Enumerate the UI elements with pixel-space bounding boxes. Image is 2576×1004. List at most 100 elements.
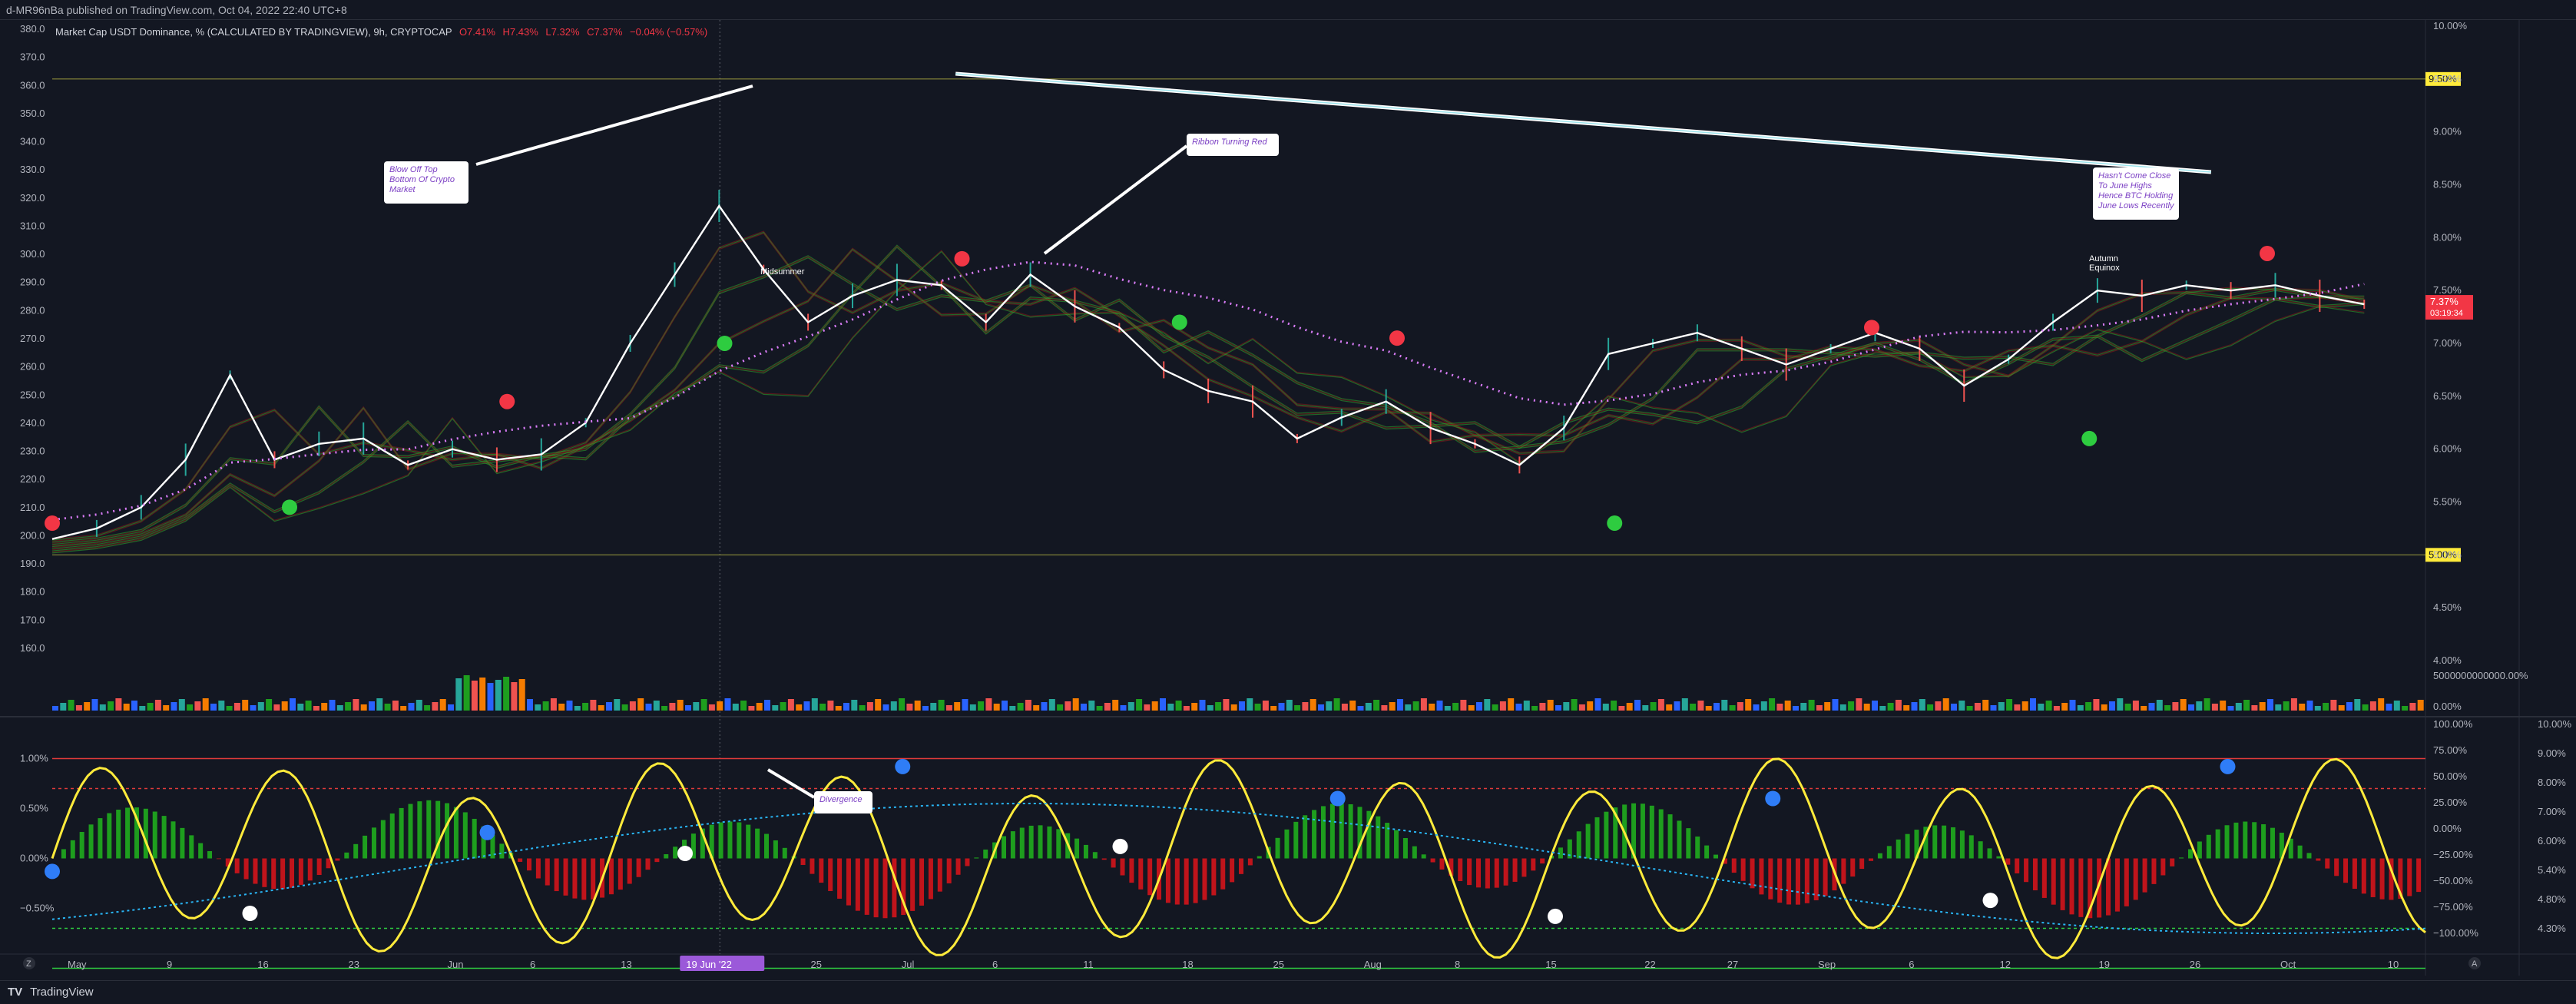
osc-histogram-bar <box>873 858 879 918</box>
volume-bar <box>154 700 161 711</box>
volume-bar <box>1760 701 1767 711</box>
osc-histogram-bar <box>1174 858 1180 905</box>
osc-histogram-bar <box>1795 858 1800 905</box>
volume-bar <box>985 698 992 711</box>
volume-bar <box>1183 706 1190 711</box>
osc-histogram-bar <box>2041 858 2047 898</box>
osc-right-tick-a: −25.00% <box>2433 849 2473 860</box>
osc-histogram-bar <box>636 858 641 877</box>
red-signal-dot <box>1864 320 1879 336</box>
x-tick: May <box>68 959 87 970</box>
osc-right-tick-b: 10.00% <box>2538 718 2572 730</box>
volume-bar <box>2220 701 2227 711</box>
volume-bars <box>52 675 2424 711</box>
osc-histogram-bar <box>755 828 760 859</box>
osc-histogram-bar <box>2297 845 2303 859</box>
footer-bar: TV TradingView <box>0 980 2576 1003</box>
osc-histogram-bar <box>1211 858 1217 896</box>
osc-histogram-bar <box>61 849 66 859</box>
osc-right-tick-a: −100.00% <box>2433 927 2478 939</box>
x-tick: Jun <box>448 959 464 970</box>
chart-canvas[interactable]: 9.50% 5.00% 380.0 370.0 360.0 350.0 340.0 330.… <box>0 0 2576 1003</box>
volume-bar <box>1247 698 1253 711</box>
blue-signal-dot <box>45 863 60 880</box>
volume-bar <box>1729 705 1736 711</box>
volume-bar <box>1191 703 1198 711</box>
osc-histogram-bar <box>189 835 194 859</box>
volume-bar <box>796 704 803 711</box>
volume-bar <box>1072 698 1079 711</box>
volume-bar <box>1112 700 1119 711</box>
osc-histogram-bar <box>1759 858 1764 895</box>
osc-histogram-bar <box>618 858 623 890</box>
volume-bar <box>899 698 906 711</box>
osc-histogram-bar <box>125 807 131 859</box>
volume-bar <box>740 701 747 711</box>
osc-left-tick: 0.00% <box>20 853 48 864</box>
volume-bar <box>257 702 264 711</box>
osc-right-tick-b: 5.40% <box>2538 864 2566 876</box>
volume-bar <box>653 701 660 711</box>
trend-lines <box>955 71 2212 174</box>
volume-bar <box>890 701 897 711</box>
volume-bar <box>1753 704 1760 711</box>
osc-histogram-bar <box>627 858 632 884</box>
volume-bar <box>1326 701 1333 711</box>
volume-bar <box>1333 698 1340 711</box>
osc-histogram-bar <box>819 858 824 883</box>
volume-bar <box>1531 706 1538 711</box>
y-left-tick: 160.0 <box>20 642 45 654</box>
osc-histogram-bar <box>1202 858 1207 900</box>
osc-histogram-bar <box>79 832 84 859</box>
osc-histogram-bar <box>88 824 94 859</box>
volume-bar <box>1444 706 1451 711</box>
red-signal-dot <box>954 250 970 267</box>
osc-histogram-bar <box>2361 858 2366 894</box>
volume-bar <box>2006 699 2013 711</box>
osc-histogram-bar <box>882 858 888 919</box>
osc-histogram-bar <box>1028 825 1034 859</box>
osc-histogram-bar <box>1503 858 1508 886</box>
osc-right-tick-a: 100.00% <box>2433 718 2473 730</box>
volume-bar <box>2330 700 2337 711</box>
signal-dots <box>45 245 2275 532</box>
osc-histogram-bar <box>1339 803 1344 859</box>
callout-text: June Lows Recently <box>2098 201 2175 210</box>
volume-bar <box>1286 700 1293 711</box>
volume-bar <box>1120 705 1127 711</box>
x-tick-highlight: 19 Jun '22 <box>686 959 732 970</box>
volume-bar <box>606 702 612 711</box>
volume-bar <box>376 698 383 711</box>
volume-bar <box>305 701 312 711</box>
volume-bar <box>202 698 209 711</box>
osc-histogram-bar <box>2416 858 2422 893</box>
series-legend[interactable]: Market Cap USDT Dominance, % (CALCULATED… <box>55 26 707 38</box>
volume-bar <box>1666 704 1673 711</box>
osc-histogram-bar <box>1138 858 1144 890</box>
volume-bar <box>1618 706 1625 711</box>
y-right-tick: 4.00% <box>2433 654 2462 666</box>
osc-histogram-bar <box>1695 836 1700 859</box>
y-right-tick: 5.50% <box>2433 496 2462 508</box>
osc-histogram-bar <box>1010 831 1015 859</box>
volume-bar <box>945 705 952 711</box>
osc-histogram-bar <box>1247 858 1253 866</box>
osc-histogram-bar <box>344 852 349 859</box>
osc-histogram-bar <box>1959 830 1965 859</box>
green-signal-dot <box>1171 314 1187 330</box>
osc-histogram-bar <box>1303 815 1308 859</box>
x-tick: 6 <box>530 959 535 970</box>
volume-bar <box>598 705 604 711</box>
volume-bar <box>1341 704 1348 711</box>
red-signal-dot <box>1389 330 1405 346</box>
osc-histogram-bar <box>1412 846 1417 859</box>
volume-bar <box>345 702 352 711</box>
x-tick: 10 <box>2388 959 2399 970</box>
blue-signal-dot <box>2220 758 2236 774</box>
osc-histogram-bar <box>2206 834 2211 859</box>
y-left-tick: 180.0 <box>20 586 45 598</box>
osc-histogram-bar <box>1777 858 1783 903</box>
volume-bar <box>1911 702 1918 711</box>
callout-text: To June Highs <box>2098 181 2152 191</box>
volume-bar <box>1254 704 1261 711</box>
